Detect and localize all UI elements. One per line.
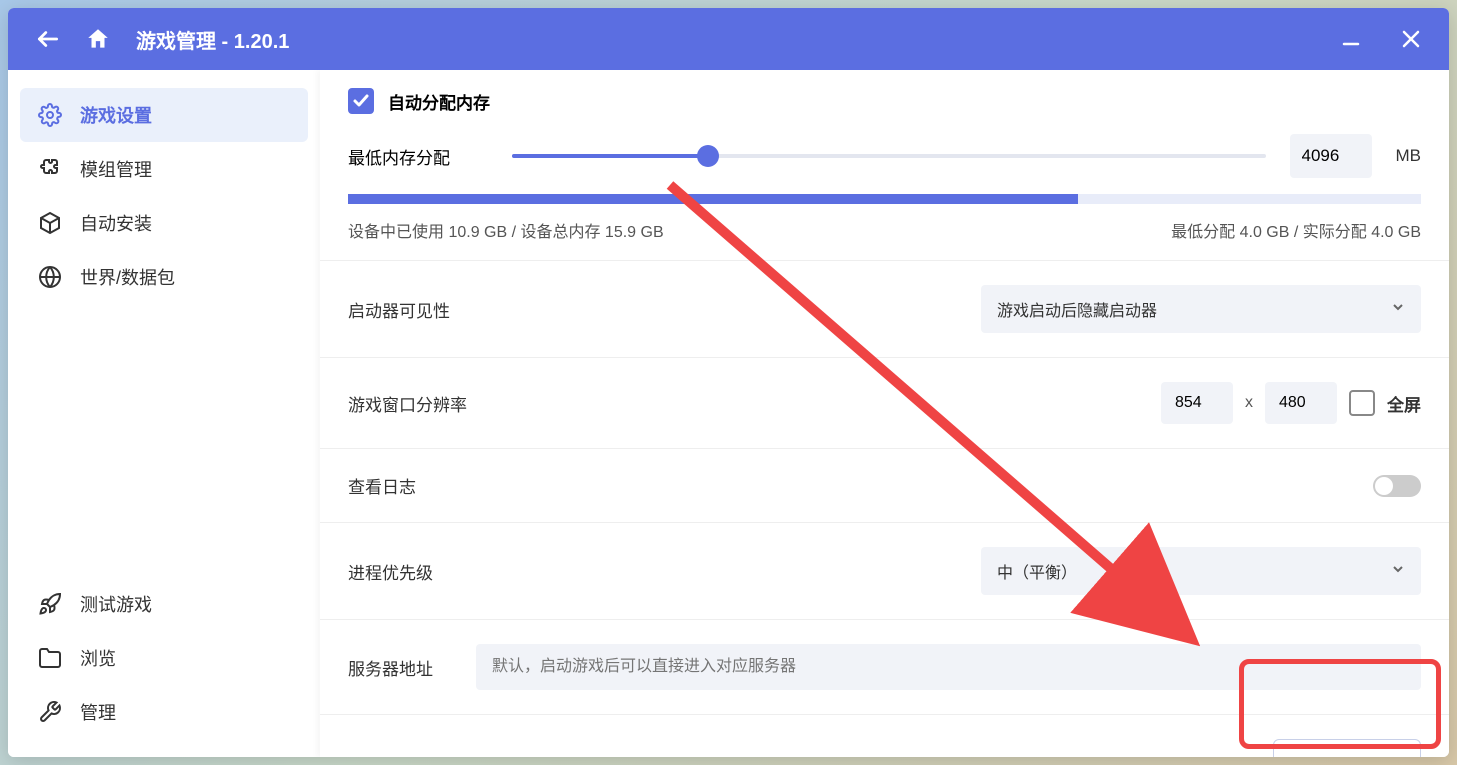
window-title: 游戏管理 - 1.20.1 — [136, 25, 289, 54]
slider-thumb[interactable] — [697, 145, 719, 167]
server-label: 服务器地址 — [348, 655, 458, 680]
memory-alloc-text: 最低分配 4.0 GB / 实际分配 4.0 GB — [1171, 218, 1421, 242]
sidebar-item-label: 模组管理 — [80, 156, 152, 182]
rocket-icon — [38, 592, 62, 616]
back-button[interactable] — [32, 23, 64, 55]
min-memory-label: 最低内存分配 — [348, 144, 488, 169]
sidebar-item-mods[interactable]: 模组管理 — [20, 142, 308, 196]
titlebar: 游戏管理 - 1.20.1 — [8, 8, 1449, 70]
sidebar-item-test-game[interactable]: 测试游戏 — [20, 577, 308, 631]
resolution-height-input[interactable] — [1265, 382, 1337, 424]
server-address-input[interactable] — [476, 644, 1421, 690]
resolution-label: 游戏窗口分辨率 — [348, 391, 488, 416]
minimize-button[interactable] — [1337, 25, 1365, 53]
sidebar-item-auto-install[interactable]: 自动安装 — [20, 196, 308, 250]
puzzle-icon — [38, 157, 62, 181]
resolution-width-input[interactable] — [1161, 382, 1233, 424]
chevron-down-icon — [1391, 562, 1405, 581]
folder-icon — [38, 646, 62, 670]
dropdown-value: 中（平衡） — [997, 559, 1077, 583]
advanced-label: 高级设置 — [348, 752, 488, 757]
priority-dropdown[interactable]: 中（平衡） — [981, 547, 1421, 595]
sidebar-item-manage[interactable]: 管理 — [20, 685, 308, 739]
memory-unit: MB — [1396, 146, 1422, 166]
launcher-visibility-dropdown[interactable]: 游戏启动后隐藏启动器 — [981, 285, 1421, 333]
auto-memory-checkbox[interactable] — [348, 88, 374, 114]
auto-memory-label: 自动分配内存 — [388, 89, 490, 114]
fullscreen-label: 全屏 — [1387, 391, 1421, 416]
sidebar-item-label: 自动安装 — [80, 210, 152, 236]
log-label: 查看日志 — [348, 473, 488, 498]
sidebar-item-game-settings[interactable]: 游戏设置 — [20, 88, 308, 142]
memory-value-input[interactable] — [1290, 134, 1372, 178]
home-button[interactable] — [82, 23, 114, 55]
main-content: 自动分配内存 最低内存分配 MB 设备中已使用 10.9 GB / 设备总内存 … — [320, 70, 1449, 757]
gear-icon — [38, 103, 62, 127]
priority-label: 进程优先级 — [348, 559, 488, 584]
launcher-visibility-label: 启动器可见性 — [348, 297, 488, 322]
globe-icon — [38, 265, 62, 289]
resolution-x: x — [1245, 394, 1253, 412]
sidebar-item-world[interactable]: 世界/数据包 — [20, 250, 308, 304]
sidebar-item-label: 管理 — [80, 699, 116, 725]
memory-slider[interactable] — [512, 154, 1266, 158]
memory-used-text: 设备中已使用 10.9 GB / 设备总内存 15.9 GB — [348, 218, 664, 242]
sidebar-item-label: 游戏设置 — [80, 102, 152, 128]
fullscreen-checkbox[interactable] — [1349, 390, 1375, 416]
memory-usage-bar — [348, 194, 1421, 204]
sidebar-item-label: 世界/数据包 — [80, 264, 175, 290]
sidebar-item-label: 测试游戏 — [80, 591, 152, 617]
close-button[interactable] — [1397, 25, 1425, 53]
wrench-icon — [38, 700, 62, 724]
sidebar: 游戏设置 模组管理 自动安装 世界/数据包 — [8, 70, 320, 757]
sidebar-item-browse[interactable]: 浏览 — [20, 631, 308, 685]
cube-icon — [38, 211, 62, 235]
chevron-down-icon — [1391, 300, 1405, 319]
log-toggle[interactable] — [1373, 475, 1421, 497]
dropdown-value: 游戏启动后隐藏启动器 — [997, 297, 1157, 321]
advanced-settings-button[interactable]: 修改高级设置 — [1273, 739, 1421, 757]
sidebar-item-label: 浏览 — [80, 645, 116, 671]
